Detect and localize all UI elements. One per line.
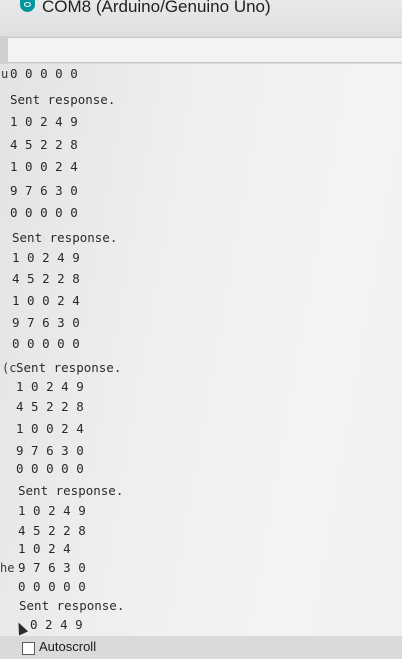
status-bar: Autoscroll [0, 636, 402, 659]
serial-output[interactable]: u (c he 0 0 0 0 0 Sent response. 1 0 2 4… [0, 64, 402, 636]
serial-line: 9 7 6 3 0 [12, 315, 80, 330]
serial-line: Sent response. [10, 92, 116, 107]
serial-line: Sent response. [18, 483, 124, 498]
serial-line: 0 0 0 0 0 [12, 336, 80, 351]
serial-line: 0 0 0 0 0 [16, 461, 84, 476]
serial-line: 1 0 2 4 [18, 541, 71, 556]
serial-line: 4 5 2 2 8 [12, 271, 80, 286]
arduino-icon [20, 0, 35, 12]
gutter-fragment: (c [2, 361, 17, 375]
serial-line: 0 0 0 0 0 [18, 579, 86, 594]
serial-line: Sent response. [19, 598, 125, 613]
serial-line: 4 5 2 2 8 [16, 399, 84, 414]
serial-line: 1 0 2 4 9 [16, 379, 84, 394]
serial-line: 0 2 4 9 [30, 617, 83, 632]
serial-line: 1 0 0 2 4 [12, 293, 80, 308]
serial-line: 1 0 0 2 4 [10, 159, 78, 174]
serial-line: 4 5 2 2 8 [10, 137, 78, 152]
serial-line: 1 0 2 4 9 [12, 250, 80, 265]
serial-line: Sent response. [16, 360, 122, 375]
serial-line: 9 7 6 3 0 [16, 443, 84, 458]
autoscroll-label[interactable]: Autoscroll [39, 639, 96, 654]
serial-line: 4 5 2 2 8 [18, 523, 86, 538]
serial-line: 1 0 2 4 9 [10, 114, 78, 129]
serial-line: 1 0 0 2 4 [16, 421, 84, 436]
serial-line: 9 7 6 3 0 [18, 560, 86, 575]
serial-input[interactable] [8, 38, 402, 64]
serial-input-row[interactable] [8, 37, 402, 64]
serial-line: Sent response. [12, 230, 118, 245]
title-bar: COM8 (Arduino/Genuino Uno) [0, 0, 402, 36]
gutter-fragment: he [0, 561, 15, 575]
serial-line: 0 0 0 0 0 [10, 205, 78, 220]
autoscroll-checkbox[interactable] [22, 642, 35, 655]
serial-line: 0 0 0 0 0 [10, 66, 78, 81]
serial-line: 9 7 6 3 0 [10, 183, 78, 198]
serial-line: 1 0 2 4 9 [18, 503, 86, 518]
gutter-fragment: u [1, 67, 9, 81]
window-title: COM8 (Arduino/Genuino Uno) [42, 0, 271, 16]
